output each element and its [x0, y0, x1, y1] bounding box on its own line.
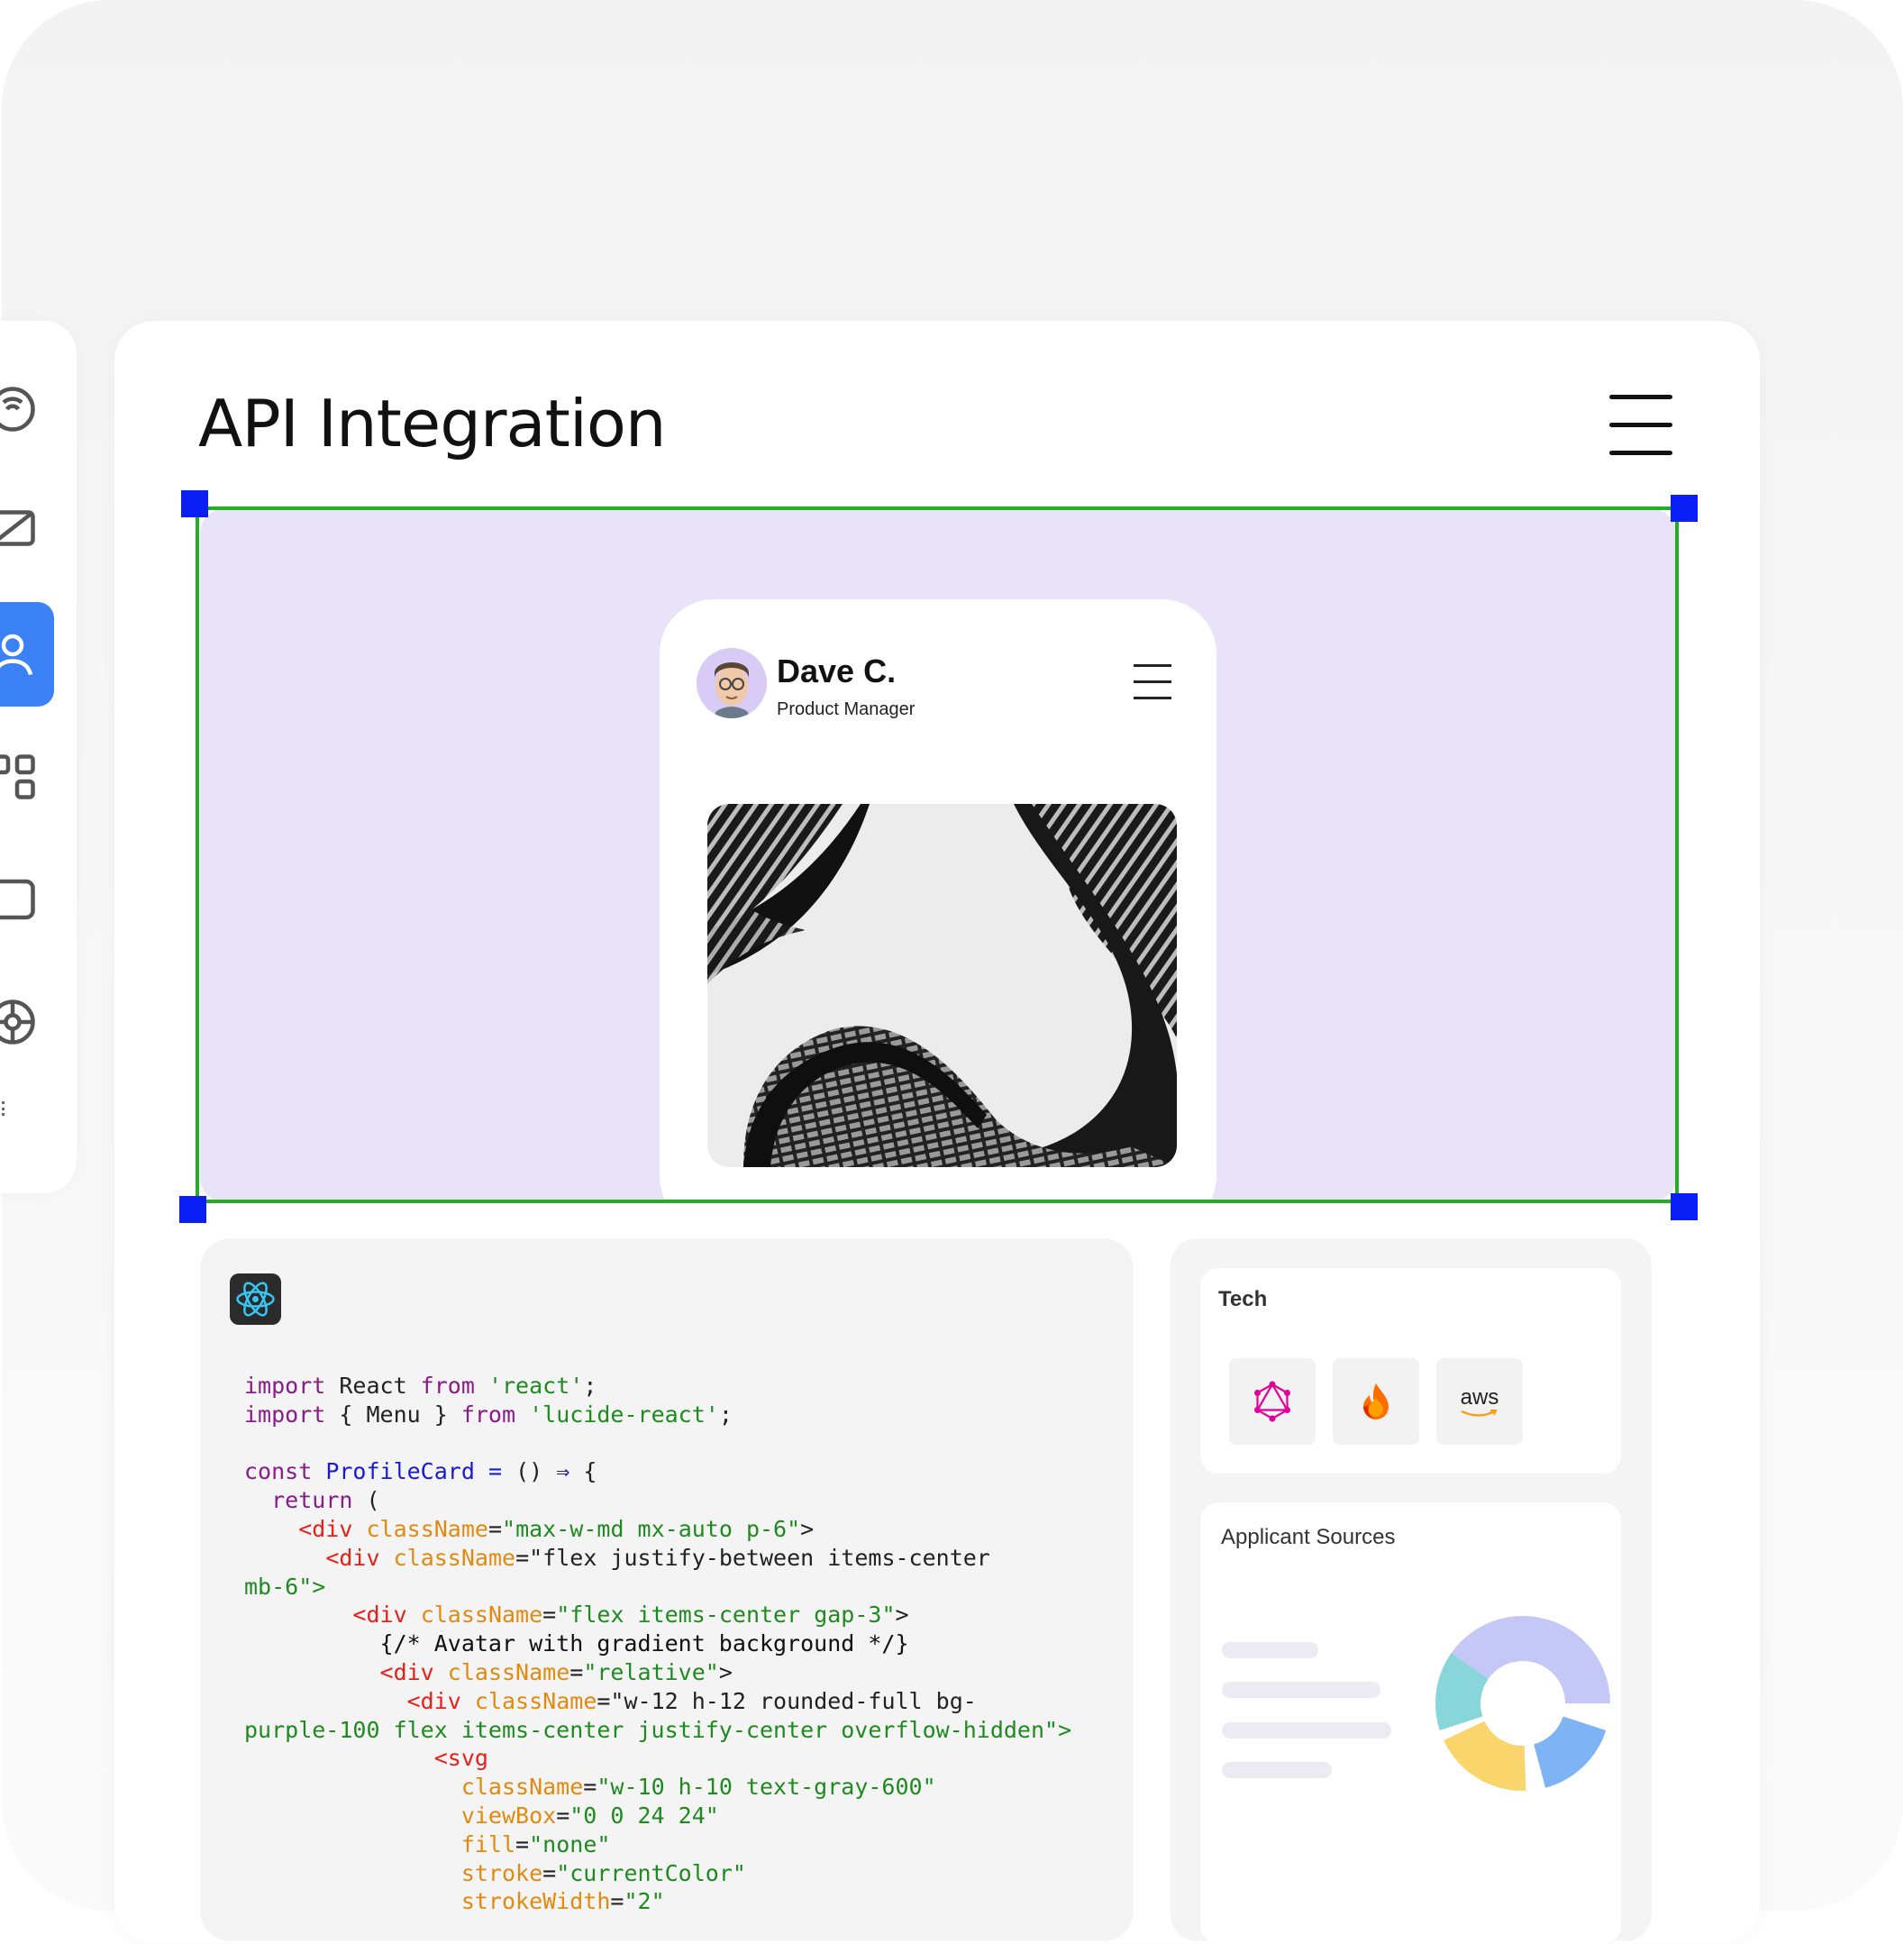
tech-item-aws[interactable]: aws [1436, 1358, 1523, 1445]
menu-icon[interactable] [1609, 395, 1672, 456]
profile-name: Dave C. [777, 653, 897, 689]
building-image [707, 804, 1177, 1167]
dashboard-icon [0, 387, 35, 432]
applicant-sources-title: Applicant Sources [1221, 1525, 1396, 1549]
tech-title: Tech [1218, 1287, 1268, 1311]
donut-segment [1533, 1715, 1607, 1788]
code-line: stroke="currentColor" [460, 1859, 746, 1886]
profile-menu-icon[interactable] [1134, 664, 1171, 700]
resize-handle-bottom-right[interactable] [1671, 1193, 1698, 1220]
square-icon [0, 879, 35, 920]
user-icon [0, 634, 33, 676]
code-line: return ( [271, 1487, 380, 1514]
tech-item-graphql[interactable] [1229, 1358, 1316, 1445]
sidebar-more-indicator [2, 1101, 12, 1116]
aws-icon: aws [1460, 1385, 1499, 1410]
code-line: <div className="w-12 h-12 rounded-full b… [406, 1687, 977, 1714]
legend-placeholder [1222, 1762, 1332, 1778]
mail-icon [0, 510, 35, 546]
sidebar-item-mail[interactable] [0, 501, 40, 555]
sidebar-item-dashboard[interactable] [0, 382, 40, 436]
donut-chart [1419, 1600, 1626, 1807]
code-line: <svg [433, 1745, 488, 1772]
code-line: import { Menu } from 'lucide-react'; [244, 1401, 733, 1428]
donut-segment [1444, 1720, 1526, 1791]
code-line: viewBox="0 0 24 24" [460, 1802, 719, 1829]
code-line: import React from 'react'; [244, 1373, 597, 1399]
donut-segment [1435, 1653, 1489, 1730]
code-line: mb-6"> [244, 1573, 326, 1600]
tech-item-firebase[interactable] [1333, 1358, 1419, 1445]
settings-icon [0, 999, 35, 1045]
apps-icon [0, 754, 35, 799]
sidebar-item-square[interactable] [0, 872, 40, 926]
legend-placeholder [1222, 1722, 1391, 1739]
legend-placeholder [1222, 1682, 1380, 1698]
code-line: <div className="max-w-md mx-auto p-6"> [298, 1515, 815, 1542]
code-line: <div className="flex items-center gap-3"… [352, 1602, 909, 1629]
legend-placeholder [1222, 1642, 1318, 1658]
sidebar-item-settings[interactable] [0, 995, 40, 1049]
code-line: fill="none" [460, 1830, 611, 1857]
firebase-icon [1363, 1383, 1389, 1419]
architecture-photo [707, 804, 1177, 1167]
resize-handle-top-left[interactable] [181, 490, 208, 517]
code-line: const ProfileCard = () ⇒ { [244, 1458, 597, 1485]
sidebar-item-apps[interactable] [0, 750, 40, 804]
code-line: <div className="flex justify-between ite… [325, 1544, 990, 1571]
aws-smile-icon [1461, 1410, 1498, 1417]
graphql-icon [1254, 1381, 1290, 1422]
code-block: import React from 'react'; import { Menu… [244, 1372, 1071, 1916]
resize-handle-bottom-left[interactable] [179, 1196, 206, 1223]
page-title: API Integration [198, 386, 667, 461]
resize-handle-top-right[interactable] [1671, 495, 1698, 522]
profile-role: Product Manager [777, 699, 916, 719]
sidebar-item-users[interactable] [0, 627, 40, 681]
react-icon [236, 1282, 275, 1317]
code-line: <div className="relative"> [379, 1658, 733, 1685]
memoji-avatar-icon [697, 648, 767, 718]
code-line: purple-100 flex items-center justify-cen… [244, 1716, 1072, 1743]
avatar [697, 648, 767, 718]
code-line: {/* Avatar with gradient background */} [244, 1630, 909, 1657]
react-logo-badge [230, 1273, 281, 1325]
sidebar [0, 321, 77, 1193]
code-line: className="w-10 h-10 text-gray-600" [460, 1774, 936, 1801]
